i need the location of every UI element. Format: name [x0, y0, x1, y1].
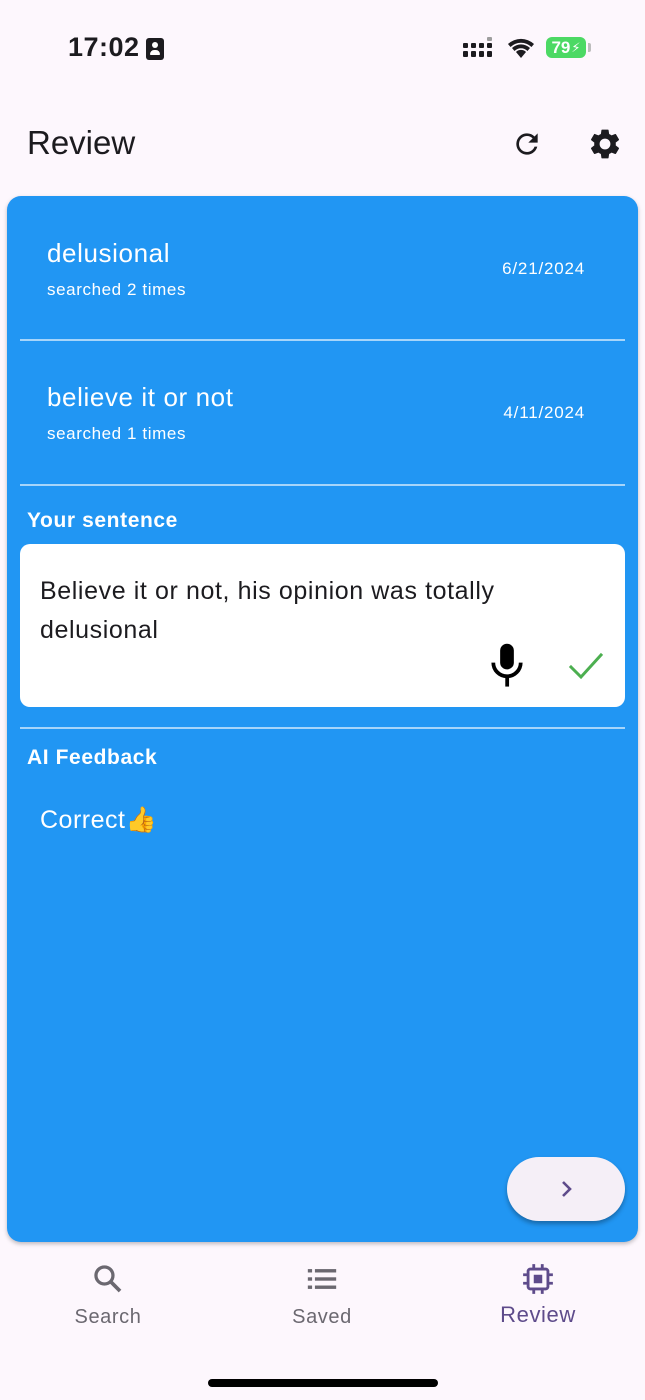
search-icon: [94, 1265, 122, 1293]
refresh-button[interactable]: [503, 120, 551, 168]
nav-tab-saved[interactable]: Saved: [242, 1262, 402, 1342]
contact-card-icon: [146, 38, 164, 60]
nav-tab-search[interactable]: Search: [28, 1262, 188, 1342]
word-title: delusional: [47, 238, 171, 268]
ai-feedback-label: AI Feedback: [27, 746, 158, 769]
search-count: searched 2 times: [47, 280, 187, 299]
list-icon: [307, 1269, 337, 1289]
status-bar: 17:02 79 ⚡: [0, 0, 645, 95]
nav-label-review: Review: [500, 1302, 576, 1327]
ai-feedback-text: Correct👍: [40, 806, 158, 834]
wifi-icon: [508, 38, 534, 58]
refresh-icon: [516, 133, 538, 155]
settings-button[interactable]: [581, 120, 629, 168]
review-card: delusional searched 2 times 6/21/2024 be…: [7, 196, 638, 1242]
divider: [20, 727, 625, 729]
chevron-right-icon: [562, 1181, 572, 1197]
nav-label-search: Search: [74, 1306, 142, 1328]
word-list-item[interactable]: delusional searched 2 times 6/21/2024: [7, 196, 638, 336]
status-time: 17:02: [68, 32, 140, 62]
nav-tab-review[interactable]: Review: [458, 1262, 618, 1342]
review-screen: 17:02 79 ⚡ Review delusional searched 2 …: [0, 0, 645, 1400]
your-sentence-label: Your sentence: [27, 509, 178, 532]
divider: [20, 484, 625, 486]
home-indicator: [208, 1379, 438, 1387]
nav-label-saved: Saved: [292, 1306, 352, 1328]
page-title: Review: [27, 124, 136, 161]
gear-icon: [590, 129, 620, 159]
cellular-signal-icon: [463, 37, 492, 57]
word-list-item[interactable]: believe it or not searched 1 times 4/11/…: [7, 340, 638, 480]
word-title: believe it or not: [47, 382, 234, 412]
sentence-text[interactable]: Believe it or not, his opinion was total…: [40, 572, 600, 650]
battery-icon: 79 ⚡: [546, 37, 586, 58]
microphone-icon[interactable]: [486, 642, 528, 690]
word-date: 6/21/2024: [502, 259, 585, 278]
battery-tip: [588, 43, 591, 52]
next-button[interactable]: [507, 1157, 625, 1221]
search-count: searched 1 times: [47, 424, 187, 443]
check-icon[interactable]: [568, 650, 604, 682]
chip-icon: [523, 1264, 553, 1294]
word-date: 4/11/2024: [503, 403, 585, 422]
battery-level: 79: [551, 37, 571, 57]
sentence-input[interactable]: Believe it or not, his opinion was total…: [20, 544, 625, 707]
